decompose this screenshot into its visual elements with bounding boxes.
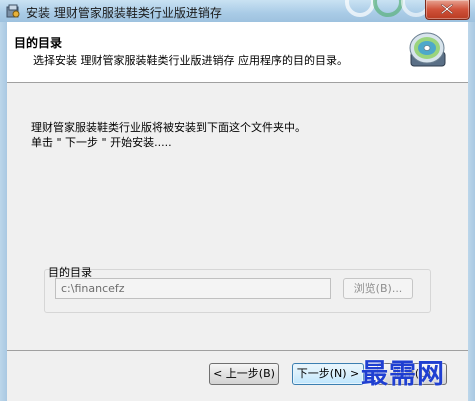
install-instruction-text: 单击 " 下一步 " 开始安装..... — [31, 136, 172, 149]
page-subtitle: 选择安装 理财管家服装鞋类行业版进销存 应用程序的目的目录。 — [33, 54, 348, 67]
browse-button[interactable]: 浏览(B)... — [343, 278, 413, 299]
install-disc-icon — [409, 32, 446, 67]
destination-path-field: c:\financefz — [55, 278, 331, 299]
title-bar[interactable]: 安装 理财管家服装鞋类行业版进销存 — [0, 0, 475, 23]
wizard-header: 目的目录 选择安装 理财管家服装鞋类行业版进销存 应用程序的目的目录。 — [7, 22, 468, 83]
installer-app-icon — [6, 4, 20, 18]
window-title: 安装 理财管家服装鞋类行业版进销存 — [26, 6, 222, 20]
back-button[interactable]: < 上一步(B) — [209, 363, 279, 385]
window-frame-left — [0, 22, 7, 401]
close-icon — [441, 4, 453, 14]
page-title: 目的目录 — [14, 36, 63, 50]
site-watermark: 最需网 — [361, 359, 445, 390]
window-frame-right — [468, 22, 475, 401]
install-info-text: 理财管家服装鞋类行业版将被安装到下面这个文件夹中。 — [31, 121, 306, 134]
window-close-button[interactable] — [425, 0, 470, 20]
next-button[interactable]: 下一步(N) > — [292, 363, 364, 385]
wizard-content: 理财管家服装鞋类行业版将被安装到下面这个文件夹中。 单击 " 下一步 " 开始安… — [7, 83, 468, 350]
